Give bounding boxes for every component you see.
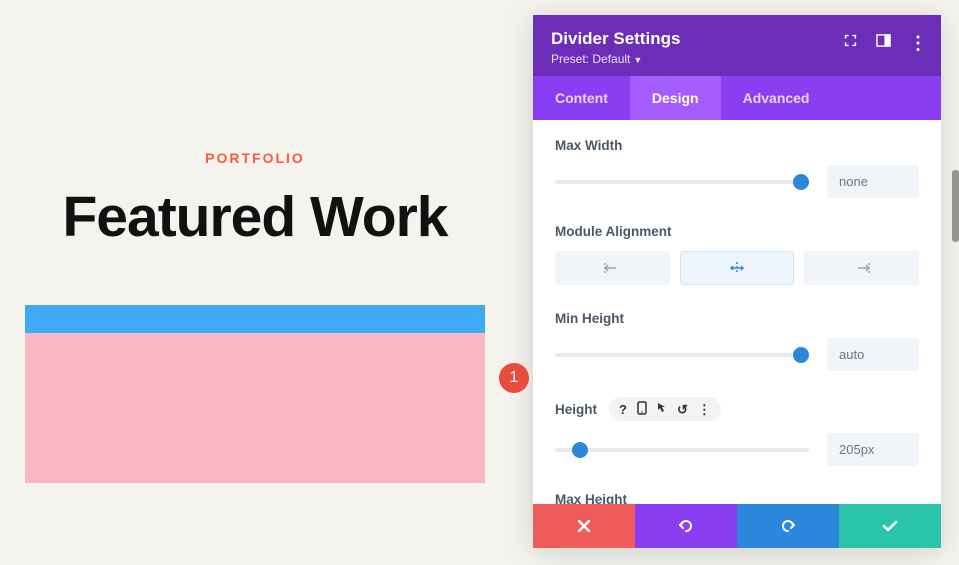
height-value[interactable]: 205px: [827, 433, 919, 466]
tab-content[interactable]: Content: [533, 76, 630, 120]
height-tools: ? ↺ ⋮: [609, 397, 721, 421]
panel-preset[interactable]: Preset: Default▼: [551, 52, 923, 66]
more-icon[interactable]: ⋮: [698, 403, 711, 416]
tab-advanced[interactable]: Advanced: [721, 76, 832, 120]
height-label: Height ? ↺ ⋮: [555, 397, 919, 421]
settings-panel: Divider Settings Preset: Default▼ ⋮ Cont…: [533, 15, 941, 548]
divider-preview-top[interactable]: [25, 305, 485, 333]
expand-icon[interactable]: [843, 33, 858, 53]
min-height-slider[interactable]: [555, 353, 809, 357]
module-alignment-label: Module Alignment: [555, 224, 919, 239]
setting-module-alignment: Module Alignment: [555, 224, 919, 285]
setting-max-height: Max Height none: [555, 492, 919, 504]
cancel-button[interactable]: [533, 504, 635, 548]
tab-design[interactable]: Design: [630, 76, 721, 120]
hover-icon[interactable]: [657, 402, 667, 416]
min-height-value[interactable]: auto: [827, 338, 919, 371]
align-center-button[interactable]: [680, 251, 795, 285]
panel-header[interactable]: Divider Settings Preset: Default▼ ⋮: [533, 15, 941, 76]
max-width-label: Max Width: [555, 138, 919, 153]
scrollbar-thumb[interactable]: [952, 170, 959, 242]
max-height-label: Max Height: [555, 492, 919, 504]
slider-thumb[interactable]: [572, 442, 588, 458]
setting-min-height: Min Height auto: [555, 311, 919, 371]
setting-height: Height ? ↺ ⋮ 205px: [555, 397, 919, 466]
slider-thumb[interactable]: [793, 347, 809, 363]
responsive-icon[interactable]: [637, 401, 647, 417]
page-preview: PORTFOLIO Featured Work: [25, 0, 485, 565]
align-left-button[interactable]: [555, 251, 670, 285]
snap-icon[interactable]: [876, 33, 891, 53]
align-right-button[interactable]: [804, 251, 919, 285]
max-width-value[interactable]: none: [827, 165, 919, 198]
annotation-badge: 1: [499, 363, 529, 393]
undo-button[interactable]: [635, 504, 737, 548]
more-icon[interactable]: ⋮: [909, 34, 927, 52]
max-width-slider[interactable]: [555, 180, 809, 184]
panel-footer: [533, 504, 941, 548]
height-slider[interactable]: [555, 448, 809, 452]
eyebrow-text: PORTFOLIO: [25, 150, 485, 166]
slider-thumb[interactable]: [793, 174, 809, 190]
header-actions: ⋮: [843, 33, 927, 53]
page-heading: Featured Work: [25, 184, 485, 250]
min-height-label: Min Height: [555, 311, 919, 326]
reset-icon[interactable]: ↺: [677, 403, 688, 416]
divider-preview-body[interactable]: [25, 333, 485, 483]
help-icon[interactable]: ?: [619, 403, 627, 416]
panel-tabs: Content Design Advanced: [533, 76, 941, 120]
panel-body: Max Width none Module Alignment: [533, 120, 941, 504]
caret-down-icon: ▼: [633, 55, 642, 65]
save-button[interactable]: [839, 504, 941, 548]
redo-button[interactable]: [737, 504, 839, 548]
setting-max-width: Max Width none: [555, 138, 919, 198]
